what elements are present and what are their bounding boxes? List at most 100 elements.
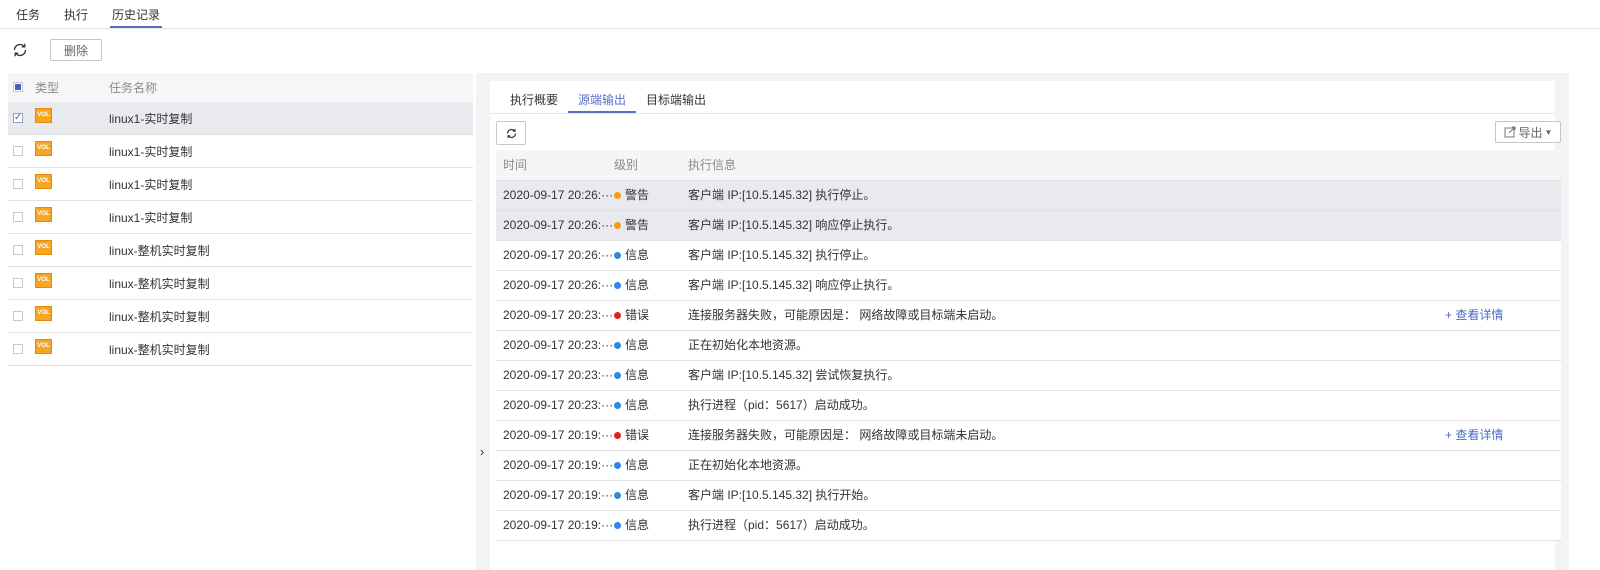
header-level: 级别 [614,158,639,172]
select-all-checkbox[interactable] [13,82,23,92]
delete-button[interactable]: 删除 [50,39,102,61]
level-dot-icon [614,282,621,289]
task-row[interactable]: VOL linux-整机实时复制 [8,267,473,300]
log-row: 2020-09-17 20:19:··· 信息 正在初始化本地资源。 [496,451,1561,481]
log-level-label: 错误 [625,308,650,322]
log-message: 客户端 IP:[10.5.145.32] 执行开始。 [688,488,876,502]
task-table: 类型 任务名称 VOL linux1-实时复制 VOL linux1-实时复制 VOL l… [8,73,473,366]
log-level-label: 警告 [625,188,650,202]
refresh-button[interactable] [10,40,30,60]
vol-icon: VOL [35,339,52,354]
level-dot-icon [614,252,621,259]
header-task-name: 任务名称 [109,81,158,95]
log-message: 连接服务器失败，可能原因是： 网络故障或目标端未启动。 [688,308,1004,322]
task-row[interactable]: VOL linux1-实时复制 [8,201,473,234]
row-checkbox[interactable] [13,311,23,321]
log-message: 客户端 IP:[10.5.145.32] 响应停止执行。 [688,218,900,232]
task-name: linux1-实时复制 [109,210,193,225]
top-divider [0,28,1600,29]
log-level: 信息 [614,391,649,420]
log-time: 2020-09-17 20:23:··· [503,308,614,322]
vol-icon: VOL [35,240,52,255]
log-refresh-button[interactable] [496,121,526,145]
log-message: 正在初始化本地资源。 [688,338,809,352]
header-time: 时间 [503,158,528,172]
export-icon [1504,126,1516,138]
row-checkbox[interactable] [13,146,23,156]
log-level: 信息 [614,511,649,540]
task-row[interactable]: VOL linux1-实时复制 [8,135,473,168]
log-message: 客户端 IP:[10.5.145.32] 响应停止执行。 [688,278,900,292]
log-time: 2020-09-17 20:26:··· [503,278,614,292]
task-row[interactable]: VOL linux-整机实时复制 [8,234,473,267]
log-level-label: 信息 [625,398,650,412]
log-message: 正在初始化本地资源。 [688,458,809,472]
row-checkbox[interactable] [13,245,23,255]
log-message: 客户端 IP:[10.5.145.32] 执行停止。 [688,188,876,202]
vol-icon: VOL [35,207,52,222]
row-checkbox[interactable] [13,113,23,123]
row-checkbox[interactable] [13,212,23,222]
log-time: 2020-09-17 20:26:··· [503,188,614,202]
task-name: linux1-实时复制 [109,111,193,126]
task-row[interactable]: VOL linux-整机实时复制 [8,300,473,333]
refresh-icon [13,43,27,57]
row-checkbox[interactable] [13,278,23,288]
level-dot-icon [614,402,621,409]
log-time: 2020-09-17 20:19:··· [503,488,614,502]
log-level: 信息 [614,331,649,360]
vol-icon: VOL [35,141,52,156]
task-name: linux-整机实时复制 [109,309,210,324]
tab-execution-summary[interactable]: 执行概要 [500,89,568,113]
log-row: 2020-09-17 20:19:··· 信息 客户端 IP:[10.5.145.3… [496,481,1561,511]
log-row: 2020-09-17 20:23:··· 错误 连接服务器失败，可能原因是： 网络故… [496,301,1561,331]
type-cell: VOL [35,141,52,156]
log-level-label: 信息 [625,338,650,352]
log-level-label: 错误 [625,428,650,442]
view-details-link[interactable]: + 查看详情 [1445,301,1503,330]
detail-panel: 执行概要 源端输出 目标端输出 导出 ▼ 时间 级别 执行信息 2020-09-… [476,73,1569,570]
log-row: 2020-09-17 20:19:··· 错误 连接服务器失败，可能原因是： 网络故… [496,421,1561,451]
row-checkbox[interactable] [13,179,23,189]
task-name: linux1-实时复制 [109,177,193,192]
level-dot-icon [614,192,621,199]
vol-icon: VOL [35,273,52,288]
tab-tasks[interactable]: 任务 [14,4,42,28]
log-time: 2020-09-17 20:26:··· [503,248,614,262]
export-dropdown-button[interactable]: 导出 ▼ [1495,121,1561,143]
log-row: 2020-09-17 20:23:··· 信息 执行进程（pid：5617）启动成功… [496,391,1561,421]
task-row[interactable]: VOL linux1-实时复制 [8,168,473,201]
log-time: 2020-09-17 20:26:··· [503,218,614,232]
log-row: 2020-09-17 20:23:··· 信息 正在初始化本地资源。 [496,331,1561,361]
log-time: 2020-09-17 20:23:··· [503,398,614,412]
tab-source-output[interactable]: 源端输出 [568,89,637,113]
level-dot-icon [614,492,621,499]
level-dot-icon [614,522,621,529]
log-table-header: 时间 级别 执行信息 [496,150,1561,181]
task-name: linux-整机实时复制 [109,342,210,357]
vol-icon: VOL [35,306,52,321]
log-level-label: 警告 [625,218,650,232]
task-row[interactable]: VOL linux-整机实时复制 [8,333,473,366]
log-table: 时间 级别 执行信息 2020-09-17 20:26:··· 警告 客户端 IP:… [496,150,1561,541]
panel-toggle-arrow-icon[interactable]: › [476,444,488,460]
log-time: 2020-09-17 20:23:··· [503,368,614,382]
tab-execution[interactable]: 执行 [62,4,90,28]
task-row[interactable]: VOL linux1-实时复制 [8,102,473,135]
tab-target-output[interactable]: 目标端输出 [636,89,716,113]
row-checkbox[interactable] [13,344,23,354]
log-level-label: 信息 [625,368,650,382]
log-level: 错误 [614,421,649,450]
task-name: linux-整机实时复制 [109,243,210,258]
log-message: 执行进程（pid：5617）启动成功。 [688,398,875,412]
tab-history[interactable]: 历史记录 [110,4,163,28]
type-cell: VOL [35,108,52,123]
log-message: 客户端 IP:[10.5.145.32] 执行停止。 [688,248,876,262]
top-tab-bar: 任务 执行 历史记录 [14,4,182,28]
view-details-link[interactable]: + 查看详情 [1445,421,1503,450]
header-type: 类型 [35,81,60,95]
log-time: 2020-09-17 20:19:··· [503,428,614,442]
log-row: 2020-09-17 20:26:··· 警告 客户端 IP:[10.5.145.3… [496,181,1561,211]
log-level: 警告 [614,181,649,210]
detail-tab-bar: 执行概要 源端输出 目标端输出 [500,89,716,113]
